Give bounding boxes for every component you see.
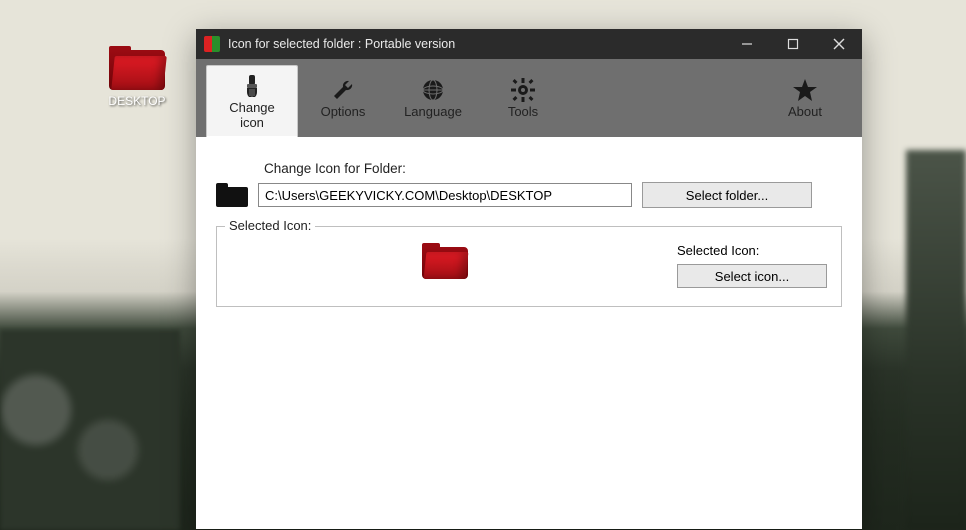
tab-options-label: Options <box>321 105 366 119</box>
tab-about-label: About <box>788 105 822 119</box>
minimize-button[interactable] <box>724 29 770 59</box>
tab-change-label-2: icon <box>240 116 264 130</box>
toolbar: Change icon Options Language <box>196 59 862 137</box>
tab-change-label-1: Change <box>229 101 275 115</box>
folder-black-icon <box>216 183 248 207</box>
wallpaper-right <box>906 150 966 530</box>
titlebar[interactable]: Icon for selected folder : Portable vers… <box>196 29 862 59</box>
select-folder-button[interactable]: Select folder... <box>642 182 812 208</box>
tab-tools[interactable]: Tools <box>478 59 568 137</box>
content-area: Change Icon for Folder: Select folder...… <box>196 137 862 529</box>
selected-icon-label: Selected Icon: <box>677 243 827 258</box>
desktop-folder-shortcut[interactable]: DESKTOP <box>98 46 176 108</box>
maximize-button[interactable] <box>770 29 816 59</box>
star-icon <box>792 77 818 103</box>
wrench-icon <box>330 77 356 103</box>
group-title: Selected Icon: <box>225 218 315 233</box>
selected-folder-icon <box>422 243 468 279</box>
tab-options[interactable]: Options <box>298 59 388 137</box>
app-window: Icon for selected folder : Portable vers… <box>196 29 862 529</box>
tab-language-label: Language <box>404 105 462 119</box>
brush-icon <box>239 73 265 99</box>
tab-change-icon[interactable]: Change icon <box>206 65 298 137</box>
tab-language[interactable]: Language <box>388 59 478 137</box>
change-icon-label: Change Icon for Folder: <box>264 161 842 176</box>
globe-icon <box>420 77 446 103</box>
close-button[interactable] <box>816 29 862 59</box>
folder-path-input[interactable] <box>258 183 632 207</box>
wallpaper-trees <box>0 330 180 530</box>
select-icon-button[interactable]: Select icon... <box>677 264 827 288</box>
gear-icon <box>510 77 536 103</box>
tab-tools-label: Tools <box>508 105 538 119</box>
app-icon <box>204 36 220 52</box>
folder-red-icon <box>109 46 165 90</box>
tab-about[interactable]: About <box>760 59 850 137</box>
window-title: Icon for selected folder : Portable vers… <box>228 37 455 51</box>
selected-icon-group: Selected Icon: Selected Icon: Select ico… <box>216 226 842 307</box>
desktop-folder-label: DESKTOP <box>98 94 176 108</box>
